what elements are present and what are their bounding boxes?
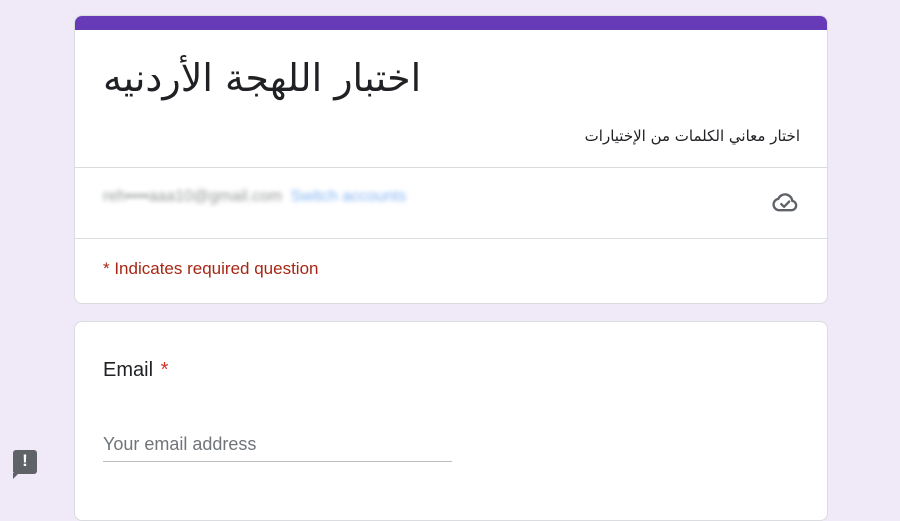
switch-accounts-link[interactable]: Switch accounts <box>291 188 407 205</box>
question-title: Email * <box>103 359 168 382</box>
question-label: Email <box>103 359 154 381</box>
accent-bar <box>75 16 827 30</box>
email-field[interactable] <box>103 428 452 462</box>
form-description: اختار معاني الكلمات من الإختيارات <box>584 127 800 145</box>
account-email: reh••••aaa10@gmail.com <box>103 188 283 205</box>
required-note: * Indicates required question <box>103 259 319 278</box>
form-title: اختبار اللهجة الأردنيه <box>103 56 422 100</box>
required-asterisk: * <box>160 359 169 381</box>
question-card-email: Email * <box>74 321 828 521</box>
exclamation-icon: ! <box>22 451 28 470</box>
divider <box>75 167 827 168</box>
report-issue-button[interactable]: ! <box>13 450 37 479</box>
account-info: reh••••aaa10@gmail.com Switch accounts <box>103 188 406 206</box>
form-header-card: اختبار اللهجة الأردنيه اختار معاني الكلم… <box>74 15 828 304</box>
cloud-done-icon <box>772 193 798 212</box>
divider <box>75 238 827 239</box>
